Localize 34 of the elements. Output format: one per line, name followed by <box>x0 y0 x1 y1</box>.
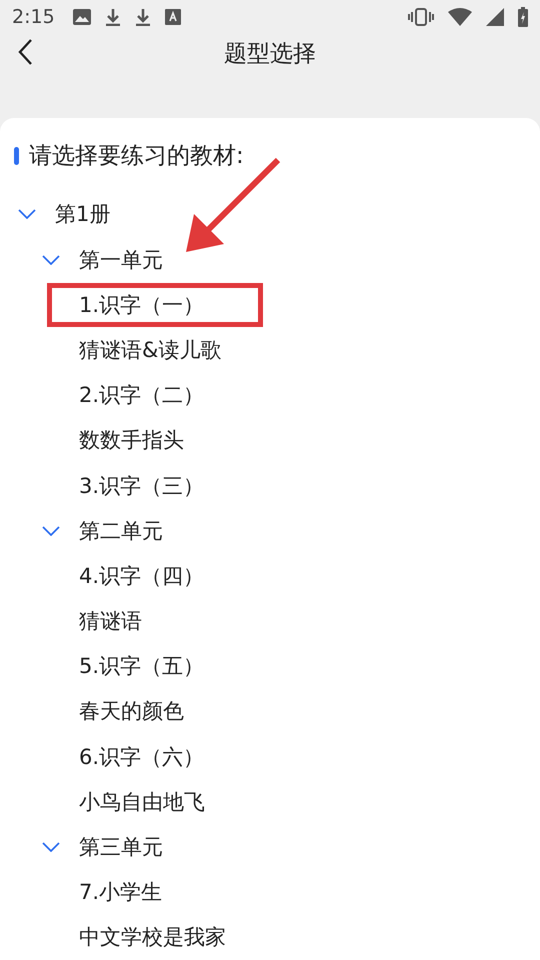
wifi-icon <box>448 8 472 26</box>
tree-item[interactable]: 数数手指头 <box>47 418 243 462</box>
tree-item[interactable]: 4.识字（四） <box>47 554 264 598</box>
image-icon <box>72 8 91 24</box>
download-icon <box>104 8 121 26</box>
vibrate-icon <box>408 8 434 26</box>
page-title: 题型选择 <box>224 40 316 70</box>
chevron-icon[interactable] <box>18 209 36 220</box>
tree-item[interactable]: 7.小学生 <box>47 870 222 914</box>
tree-item[interactable]: 6.识字（六） <box>47 734 264 779</box>
download-icon <box>134 8 151 26</box>
tree-item[interactable]: 小鸟自由地飞 <box>47 780 264 824</box>
section-heading: 请选择要练习的教材: <box>29 142 244 172</box>
tree-item[interactable]: 猜谜语&读儿歌 <box>47 328 280 372</box>
tree-item[interactable]: 第三单元 <box>79 833 163 862</box>
chevron-icon[interactable] <box>42 842 60 852</box>
tree-item[interactable]: 第1册 <box>55 200 110 228</box>
tree-item[interactable]: 第一单元 <box>79 246 163 274</box>
tree-item[interactable]: 春天的颜色 <box>47 689 243 734</box>
tree-item[interactable]: 1.识字（一） <box>47 282 264 327</box>
accent-bar <box>14 146 19 165</box>
tree-item[interactable]: 3.识字（三） <box>47 464 264 508</box>
tree-item[interactable]: 5.识字（五） <box>47 644 264 688</box>
battery-icon <box>518 6 528 26</box>
tree-item[interactable]: 中文学校是我家 <box>47 915 285 960</box>
tree-item[interactable]: 第二单元 <box>79 516 163 545</box>
status-time: 2:15 <box>12 6 55 28</box>
back-icon[interactable] <box>18 39 32 66</box>
keyboard-icon <box>164 8 181 24</box>
signal-icon <box>486 8 504 26</box>
tree-item[interactable]: 2.识字（二） <box>47 373 264 418</box>
chevron-icon[interactable] <box>42 526 60 536</box>
tree-item[interactable]: 猜谜语 <box>47 599 201 644</box>
chevron-icon[interactable] <box>42 254 60 265</box>
